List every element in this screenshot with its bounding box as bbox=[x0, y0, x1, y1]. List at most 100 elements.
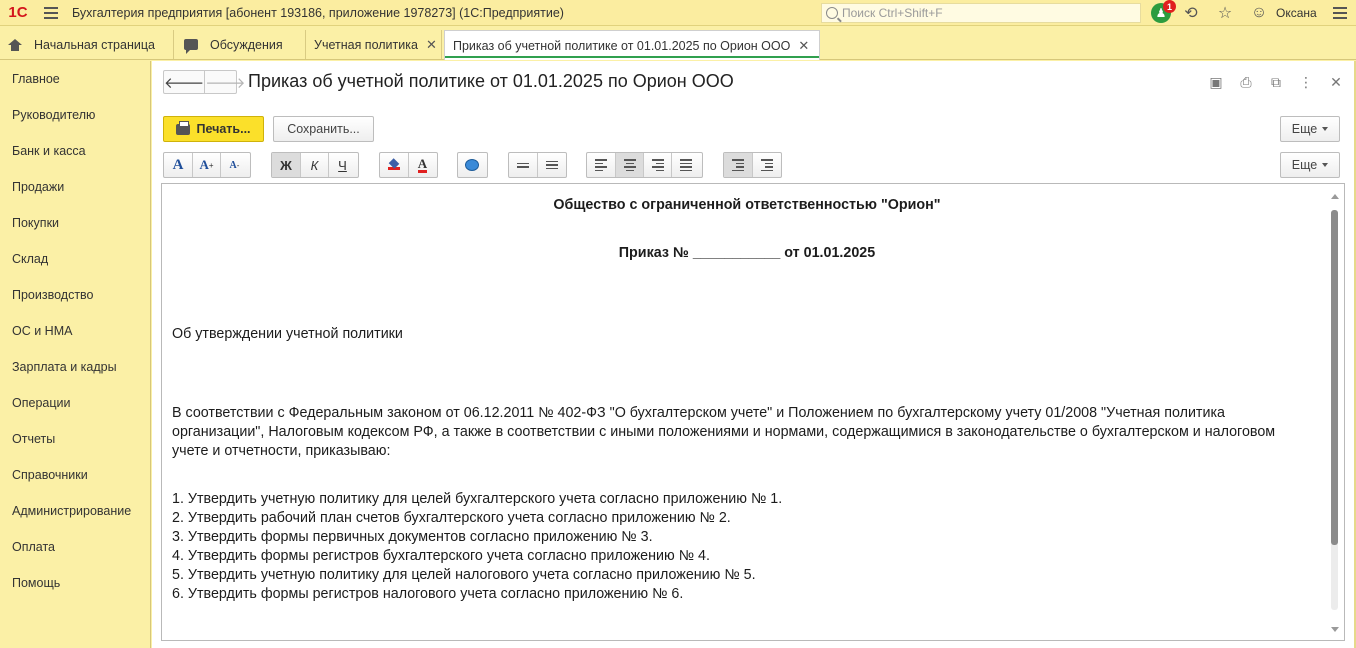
doc-item: 3. Утвердить формы первичных документов … bbox=[172, 529, 653, 545]
notifications-badge: 1 bbox=[1163, 0, 1176, 13]
settings-menu-icon[interactable] bbox=[1332, 7, 1353, 19]
save-button-label: Сохранить... bbox=[287, 122, 360, 136]
text-style-group: Ж К Ч bbox=[271, 152, 359, 178]
doc-item: 6. Утвердить формы регистров налогового … bbox=[172, 586, 684, 602]
close-tab-icon[interactable]: ✕ bbox=[426, 37, 437, 53]
font-large-icon: A bbox=[172, 156, 184, 173]
print-button-label: Печать... bbox=[196, 122, 251, 136]
highlight-color-button[interactable] bbox=[380, 153, 408, 177]
bold-button[interactable]: Ж bbox=[272, 153, 300, 177]
sidebar-item-main[interactable]: Главное bbox=[0, 61, 150, 97]
font-increase-icon: A bbox=[199, 157, 209, 172]
font-large-button[interactable]: A bbox=[164, 153, 192, 177]
sidebar-item-operations[interactable]: Операции bbox=[0, 385, 150, 421]
save-as-button[interactable]: Сохранить... bbox=[273, 116, 374, 142]
chevron-down-icon bbox=[1322, 127, 1329, 131]
search-placeholder: Поиск Ctrl+Shift+F bbox=[842, 6, 943, 20]
format-more-button[interactable]: Еще bbox=[1280, 152, 1340, 178]
doc-order-number: Приказ № ___________ от 01.01.2025 bbox=[618, 245, 876, 261]
align-center-button[interactable] bbox=[615, 153, 643, 177]
indent-group bbox=[723, 152, 782, 178]
tab-label: Учетная политика bbox=[314, 37, 418, 52]
favorites-star-icon[interactable]: ☆ bbox=[1208, 0, 1242, 26]
numbered-list-button[interactable] bbox=[537, 153, 565, 177]
main-menu-icon[interactable] bbox=[36, 0, 66, 26]
align-justify-button[interactable] bbox=[671, 153, 699, 177]
sidebar-item-payment[interactable]: Оплата bbox=[0, 529, 150, 565]
form-window: 🡐 🡒 Приказ об учетной политике от 01.01.… bbox=[152, 61, 1356, 648]
doc-organization: Общество с ограниченной ответственностью… bbox=[553, 197, 941, 213]
close-tab-icon[interactable]: ✕ bbox=[798, 38, 809, 54]
sidebar-item-help[interactable]: Помощь bbox=[0, 565, 150, 601]
doc-preamble: В соответствии с Федеральным законом от … bbox=[172, 405, 1276, 459]
increase-indent-button[interactable] bbox=[724, 153, 752, 177]
align-center-icon bbox=[623, 159, 636, 171]
italic-button[interactable]: К bbox=[300, 153, 328, 177]
scroll-down-icon[interactable] bbox=[1331, 627, 1339, 632]
sidebar-item-reports[interactable]: Отчеты bbox=[0, 421, 150, 457]
save-icon[interactable]: ▣ bbox=[1206, 72, 1226, 92]
tab-accounting-policy[interactable]: Учетная политика ✕ bbox=[306, 30, 442, 59]
align-left-icon bbox=[595, 159, 607, 171]
print-icon[interactable]: ⎙ bbox=[1236, 72, 1256, 92]
search-input[interactable]: Поиск Ctrl+Shift+F bbox=[821, 3, 1141, 23]
history-icon[interactable]: ⟲ bbox=[1174, 0, 1208, 26]
window-tools: ▣ ⎙ ⧉ ⋮ ✕ bbox=[1206, 72, 1346, 92]
user-icon[interactable]: ☺ bbox=[1242, 0, 1276, 26]
font-color-button[interactable]: A bbox=[408, 153, 436, 177]
more-vertical-icon[interactable]: ⋮ bbox=[1296, 72, 1316, 92]
sidebar-item-production[interactable]: Производство bbox=[0, 277, 150, 313]
scroll-up-icon[interactable] bbox=[1331, 194, 1339, 199]
document-content[interactable]: Общество с ограниченной ответственностью… bbox=[172, 184, 1322, 640]
doc-item: 2. Утвердить рабочий план счетов бухгалт… bbox=[172, 510, 731, 526]
image-group bbox=[457, 152, 488, 178]
back-arrow-icon[interactable]: 🡐 bbox=[164, 71, 204, 93]
align-right-button[interactable] bbox=[643, 153, 671, 177]
font-color-icon: A bbox=[417, 155, 428, 173]
app-logo[interactable]: 1С bbox=[0, 0, 36, 26]
tab-order[interactable]: Приказ об учетной политике от 01.01.2025… bbox=[444, 30, 820, 60]
form-title: Приказ об учетной политике от 01.01.2025… bbox=[248, 71, 734, 91]
bullet-list-button[interactable] bbox=[509, 153, 537, 177]
sidebar-item-warehouse[interactable]: Склад bbox=[0, 241, 150, 277]
notifications-button[interactable]: ♟ 1 bbox=[1148, 0, 1176, 26]
font-decrease-icon: A bbox=[229, 159, 237, 171]
forward-arrow-icon[interactable]: 🡒 bbox=[204, 71, 245, 93]
print-button[interactable]: Печать... bbox=[163, 116, 264, 142]
font-size-group: A A + A- bbox=[163, 152, 251, 178]
document-editor[interactable]: Общество с ограниченной ответственностью… bbox=[161, 183, 1345, 641]
sidebar-item-payroll[interactable]: Зарплата и кадры bbox=[0, 349, 150, 385]
doc-items: 1. Утвердить учетную политику для целей … bbox=[172, 490, 1282, 604]
align-left-button[interactable] bbox=[587, 153, 615, 177]
doc-item: 4. Утвердить формы регистров бухгалтерск… bbox=[172, 548, 710, 564]
more-button[interactable]: Еще bbox=[1280, 116, 1340, 142]
scroll-thumb[interactable] bbox=[1331, 210, 1338, 545]
font-decrease-button[interactable]: A- bbox=[220, 153, 248, 177]
tab-discussions[interactable]: Обсуждения bbox=[174, 30, 306, 59]
document-scrollbar[interactable] bbox=[1326, 184, 1344, 640]
underline-button[interactable]: Ч bbox=[328, 153, 356, 177]
app-title: Бухгалтерия предприятия [абонент 193186,… bbox=[72, 5, 564, 20]
sidebar-item-manager[interactable]: Руководителю bbox=[0, 97, 150, 133]
insert-picture-button[interactable] bbox=[458, 153, 486, 177]
sidebar-item-purchases[interactable]: Покупки bbox=[0, 205, 150, 241]
user-name[interactable]: Оксана bbox=[1276, 6, 1317, 20]
tab-home[interactable]: Начальная страница bbox=[0, 30, 174, 59]
title-bar-tools: ♟ 1 ⟲ ☆ ☺ Оксана bbox=[1148, 0, 1353, 26]
preview-icon[interactable]: ⧉ bbox=[1266, 72, 1286, 92]
sidebar-item-administration[interactable]: Администрирование bbox=[0, 493, 150, 529]
history-nav: 🡐 🡒 bbox=[163, 70, 245, 94]
sidebar-item-sales[interactable]: Продажи bbox=[0, 169, 150, 205]
font-increase-button[interactable]: A + bbox=[192, 153, 220, 177]
sidebar-item-catalogs[interactable]: Справочники bbox=[0, 457, 150, 493]
sections-panel: Главное Руководителю Банк и касса Продаж… bbox=[0, 61, 151, 648]
more-label: Еще bbox=[1291, 122, 1318, 136]
sidebar-item-assets[interactable]: ОС и НМА bbox=[0, 313, 150, 349]
open-windows-tabs: Начальная страница Обсуждения Учетная по… bbox=[0, 27, 1356, 60]
sidebar-item-bank[interactable]: Банк и касса bbox=[0, 133, 150, 169]
chevron-down-icon bbox=[1322, 163, 1329, 167]
home-icon bbox=[8, 38, 22, 51]
tab-label: Приказ об учетной политике от 01.01.2025… bbox=[453, 38, 791, 53]
decrease-indent-button[interactable] bbox=[752, 153, 780, 177]
close-icon[interactable]: ✕ bbox=[1326, 72, 1346, 92]
